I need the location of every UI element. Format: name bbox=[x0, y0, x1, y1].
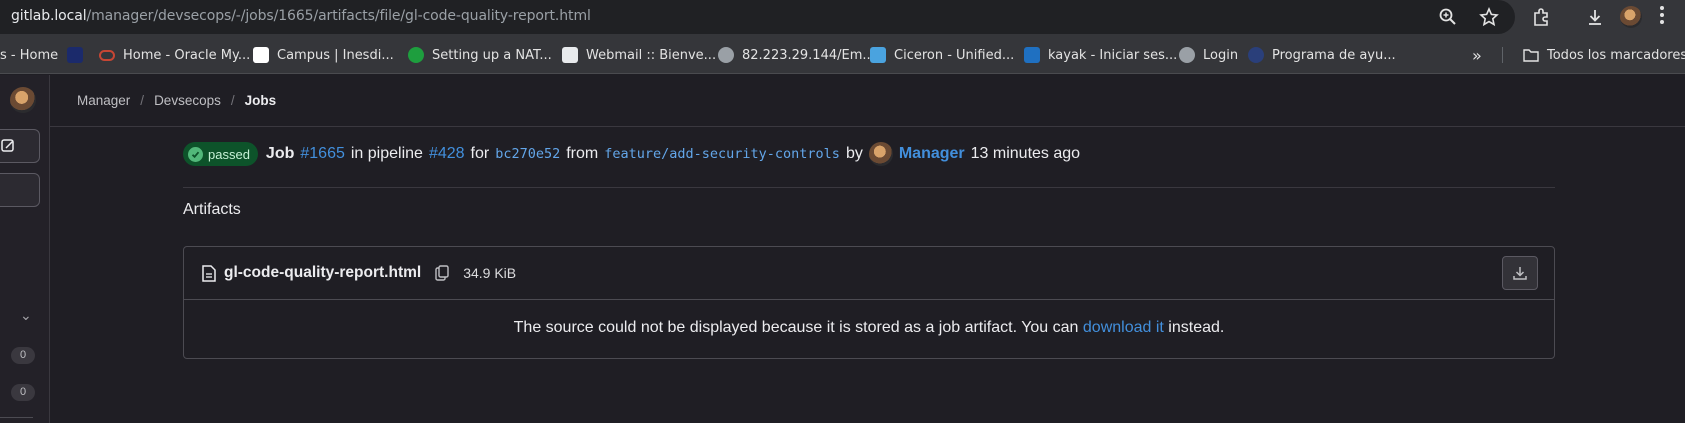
download-icon bbox=[1513, 267, 1527, 280]
breadcrumb-jobs[interactable]: Jobs bbox=[245, 93, 277, 108]
webmail-icon bbox=[562, 47, 578, 63]
in-pipeline-text: in pipeline bbox=[350, 145, 423, 162]
bookmarks-bar: s - Home Home - Oracle My... Campus | In… bbox=[0, 36, 1685, 74]
from-text: from bbox=[566, 145, 599, 162]
zoom-icon[interactable] bbox=[1438, 7, 1458, 27]
search-button[interactable] bbox=[0, 173, 40, 207]
bookmark-item[interactable]: s - Home bbox=[0, 45, 58, 65]
breadcrumb-separator: / bbox=[230, 93, 235, 108]
file-size: 34.9 KiB bbox=[463, 265, 517, 281]
breadcrumb-manager[interactable]: Manager bbox=[77, 93, 130, 108]
bookmark-favicon-icon bbox=[870, 47, 886, 63]
commit-sha-link[interactable]: bc270e52 bbox=[495, 146, 560, 162]
branch-link[interactable]: feature/add-security-controls bbox=[604, 146, 840, 162]
user-avatar[interactable] bbox=[868, 142, 893, 166]
bookmark-item[interactable]: Home - Oracle My... bbox=[99, 45, 250, 65]
all-bookmarks-button[interactable]: Todos los marcadores bbox=[1523, 45, 1685, 65]
breadcrumb: Manager / Devsecops / Jobs bbox=[50, 75, 1685, 127]
address-bar[interactable]: gitlab.local/manager/devsecops/-/jobs/16… bbox=[0, 0, 1515, 34]
by-text: by bbox=[845, 145, 863, 162]
bookmark-item[interactable]: Ciceron - Unified... bbox=[870, 45, 1014, 65]
menu-icon[interactable] bbox=[1660, 6, 1664, 26]
check-circle-icon bbox=[188, 146, 203, 162]
breadcrumb-separator: / bbox=[140, 93, 145, 108]
folder-icon bbox=[1523, 49, 1539, 62]
bookmark-item[interactable]: Programa de ayu... bbox=[1248, 45, 1396, 65]
job-id-link[interactable]: #1665 bbox=[300, 145, 345, 163]
left-sidebar: ⌄ 0 0 bbox=[0, 75, 50, 423]
chevron-down-icon[interactable]: ⌄ bbox=[20, 307, 32, 324]
bookmark-item[interactable]: 82.223.29.144/Em... bbox=[718, 45, 875, 65]
artifact-message: The source could not be displayed becaus… bbox=[184, 300, 1554, 358]
job-word: Job bbox=[265, 145, 295, 162]
oracle-icon bbox=[99, 49, 115, 61]
bookmark-favicon-icon bbox=[1248, 47, 1264, 63]
bookmark-item[interactable]: Setting up a NAT... bbox=[408, 45, 552, 65]
message-text-end: instead. bbox=[1168, 319, 1225, 336]
file-icon bbox=[202, 264, 216, 282]
header-divider bbox=[183, 187, 1555, 188]
bookmarks-divider bbox=[1502, 47, 1503, 63]
job-header: passed Job #1665 in pipeline #428 for bc… bbox=[183, 142, 1080, 166]
file-name: gl-code-quality-report.html bbox=[224, 264, 422, 281]
user-link[interactable]: Manager bbox=[899, 145, 965, 163]
download-button[interactable] bbox=[1502, 256, 1538, 290]
artifact-file-card: gl-code-quality-report.html 34.9 KiB The… bbox=[183, 246, 1555, 359]
section-title: Artifacts bbox=[183, 201, 241, 218]
bookmark-star-icon[interactable] bbox=[1479, 7, 1499, 27]
bookmark-item[interactable]: Campus | Inesdi... bbox=[253, 45, 394, 65]
browser-toolbar: gitlab.local/manager/devsecops/-/jobs/16… bbox=[0, 0, 1685, 36]
globe-icon bbox=[718, 47, 734, 63]
status-label: passed bbox=[208, 146, 250, 162]
download-icon[interactable] bbox=[1585, 7, 1605, 27]
url-text[interactable]: gitlab.local/manager/devsecops/-/jobs/16… bbox=[11, 8, 591, 24]
plus-icon bbox=[408, 47, 424, 63]
pipeline-id-link[interactable]: #428 bbox=[429, 145, 465, 163]
extensions-icon[interactable] bbox=[1531, 7, 1551, 27]
bookmark-item[interactable]: Login bbox=[1179, 45, 1238, 65]
time-ago: 13 minutes ago bbox=[970, 145, 1081, 162]
bookmarks-overflow-button[interactable]: » bbox=[1472, 45, 1482, 65]
count-badge[interactable]: 0 bbox=[11, 384, 35, 401]
ibm-icon bbox=[1024, 47, 1040, 63]
bookmark-item[interactable] bbox=[67, 45, 83, 65]
count-badge[interactable]: 0 bbox=[11, 347, 35, 364]
bookmark-favicon-icon bbox=[253, 47, 269, 63]
edit-icon bbox=[1, 139, 14, 152]
message-text: The source could not be displayed becaus… bbox=[513, 319, 1079, 336]
globe-icon bbox=[1179, 47, 1195, 63]
download-link[interactable]: download it bbox=[1083, 319, 1164, 336]
copy-icon[interactable] bbox=[435, 265, 449, 281]
bookmark-item[interactable]: Webmail :: Bienve... bbox=[562, 45, 716, 65]
bookmark-item[interactable]: kayak - Iniciar ses... bbox=[1024, 45, 1177, 65]
sidebar-divider bbox=[0, 417, 33, 418]
status-badge[interactable]: passed bbox=[183, 142, 258, 166]
new-item-button[interactable] bbox=[0, 129, 40, 163]
breadcrumb-devsecops[interactable]: Devsecops bbox=[154, 93, 221, 108]
profile-avatar[interactable] bbox=[1620, 6, 1642, 28]
user-avatar[interactable] bbox=[10, 87, 36, 113]
file-header: gl-code-quality-report.html 34.9 KiB bbox=[184, 247, 1554, 300]
bookmark-favicon-icon bbox=[67, 47, 83, 63]
for-text: for bbox=[470, 145, 490, 162]
